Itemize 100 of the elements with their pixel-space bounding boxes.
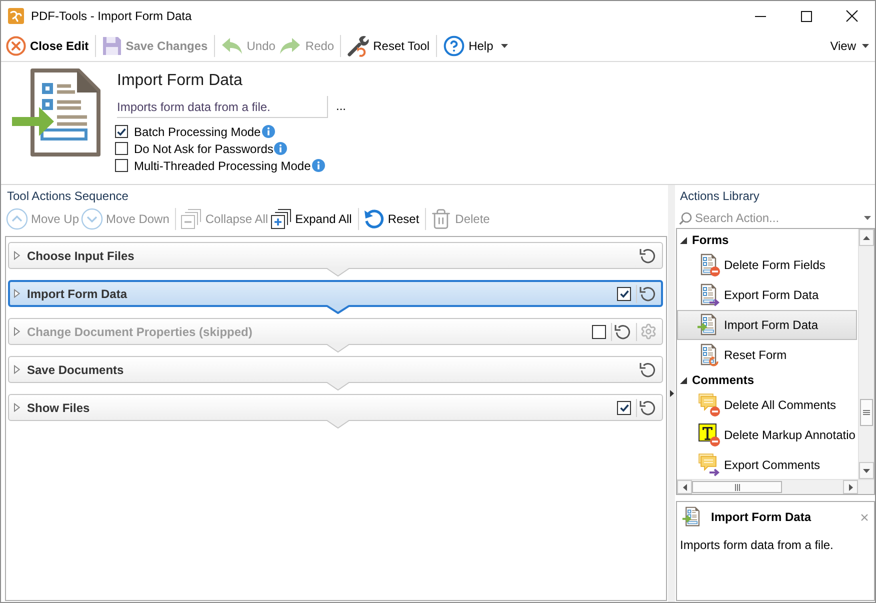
reset-arrow-icon [639,284,657,302]
tree-group-header[interactable]: Comments [677,370,857,390]
action-item[interactable]: Reset Form [677,340,857,370]
action-card[interactable]: Import Form Data [8,280,663,307]
trash-icon [430,208,452,230]
action-item[interactable]: Delete All Comments [677,390,857,420]
action-card[interactable]: Show Files [8,394,663,421]
tool-title: Import Form Data [117,71,244,91]
checkbox[interactable] [115,142,128,155]
caret-icon [864,216,871,220]
action-item[interactable]: Import Form Data [677,310,857,340]
checkbox[interactable] [115,125,128,138]
down-pointer-icon [327,382,349,391]
grip-icon [863,410,870,415]
collapsed-triangle-icon[interactable] [14,403,20,412]
down-pointer-icon [327,305,349,314]
action-item[interactable]: Delete Form Fields [677,250,857,280]
reset-arrow-icon [614,322,632,340]
scrollbar-thumb[interactable] [860,399,873,426]
scroll-right-icon [848,484,852,490]
close-circle-icon [6,36,26,56]
collapsed-triangle-icon[interactable] [14,251,20,260]
checkmark-icon [620,290,628,298]
reset-arrow-icon [639,246,657,264]
scrollbar-corner [858,480,874,494]
comments-minus-icon [697,393,721,417]
action-label: Save Documents [27,362,124,378]
expand-all-button[interactable]: Expand All [270,206,354,232]
close-icon [846,10,858,22]
help-icon [442,35,465,57]
document-import-icon [12,68,102,158]
action-item[interactable]: Export Form Data [677,280,857,310]
grip-icon [734,484,740,490]
down-pointer-icon [327,268,349,277]
browse-button[interactable]: ... [334,96,348,116]
option-label: Batch Processing Mode [134,124,261,140]
vertical-scrollbar[interactable] [858,229,874,479]
expanded-triangle-icon[interactable] [680,376,687,384]
action-card[interactable]: Save Documents [8,356,663,383]
action-label: Show Files [27,400,90,416]
maximize-icon [800,10,812,22]
undo-arrow-icon [220,37,243,55]
checkmark-icon [620,404,628,412]
help-button[interactable]: Help [440,33,510,59]
tree-group-header[interactable]: Forms [677,230,857,250]
splitter-arrow-icon [670,390,674,397]
details-title: Import Form Data [711,509,812,526]
scroll-right-button[interactable] [843,480,858,494]
scroll-down-button[interactable] [859,462,874,479]
collapsed-triangle-icon[interactable] [14,289,20,298]
option-label: Multi-Threaded Processing Mode [134,158,311,174]
chevron-down-circle-icon [81,208,104,230]
view-menu-button[interactable]: View [828,33,871,59]
action-label: Import Form Data [27,286,128,302]
panel-title: Actions Library [679,188,760,205]
reset-button[interactable]: Reset [362,206,422,232]
scroll-down-icon [863,468,870,472]
search-field[interactable]: Search Action... [695,209,860,227]
info-icon [274,142,288,155]
app-logo-icon [8,8,24,24]
action-label: Choose Input Files [27,248,134,264]
checkbox[interactable] [115,159,128,172]
checkbox[interactable] [617,400,631,414]
down-pointer-icon [327,420,349,429]
scroll-left-button[interactable] [677,480,692,494]
chevron-up-circle-icon [6,208,28,230]
settings-icon [640,323,656,340]
reset-arrow-icon [639,360,657,378]
window-title: PDF-Tools - Import Form Data [31,8,192,25]
redo-arrow-icon [279,37,302,55]
description-field[interactable]: Imports form data from a file. [117,96,328,118]
scroll-left-icon [682,484,686,490]
details-description: Imports form data from a file. [679,537,834,554]
collapsed-triangle-icon[interactable] [14,365,20,374]
checkmark-icon [117,128,126,136]
checkbox[interactable] [617,286,631,300]
scrollbar-thumb[interactable] [692,481,782,493]
wrench-icon [347,35,370,57]
expand-squares-icon [270,208,292,230]
checkbox[interactable] [592,324,606,338]
action-card[interactable]: Choose Input Files [8,242,663,269]
action-item[interactable]: Export Comments [677,450,857,479]
expanded-triangle-icon[interactable] [680,236,687,244]
panel-title: Tool Actions Sequence [6,188,130,205]
collapse-squares-icon [180,208,202,230]
option-label: Do Not Ask for Passwords [134,140,274,158]
collapsed-triangle-icon[interactable] [14,327,20,336]
horizontal-scrollbar[interactable] [677,480,858,494]
reset-tool-button[interactable]: Reset Tool [345,33,432,59]
reset-arrow-icon [639,398,657,416]
close-details-button[interactable] [861,514,868,520]
close-icon [861,514,868,520]
scroll-up-button[interactable] [859,229,874,246]
down-pointer-icon [327,344,349,353]
counterclockwise-arrow-icon [362,208,385,230]
close-edit-button[interactable]: Close Edit [4,33,91,59]
action-item[interactable]: Delete Markup Annotatio [677,420,857,450]
info-icon [312,159,325,172]
info-icon [262,125,275,138]
scroll-up-icon [863,236,870,240]
